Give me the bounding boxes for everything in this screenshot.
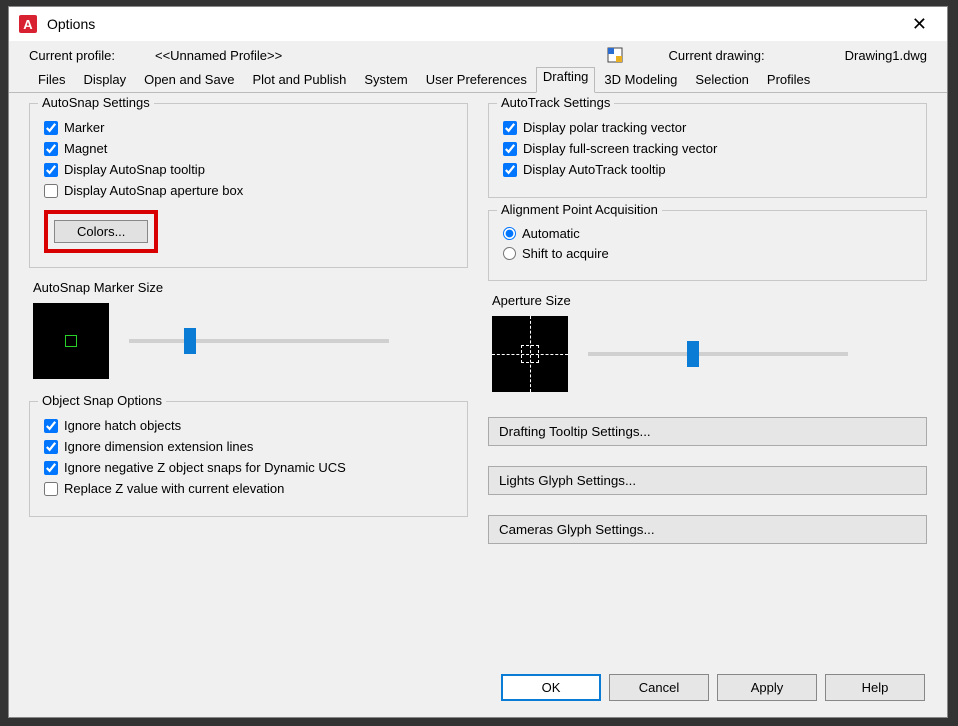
autosnap-title: AutoSnap Settings [38, 95, 154, 110]
magnet-checkbox-input[interactable] [44, 142, 58, 156]
fullscreen-tracking-label: Display full-screen tracking vector [523, 141, 717, 156]
fullscreen-tracking-checkbox[interactable]: Display full-screen tracking vector [503, 141, 912, 156]
autotrack-settings-group: AutoTrack Settings Display polar trackin… [488, 103, 927, 198]
tab-display[interactable]: Display [74, 67, 135, 92]
tab-user-pref[interactable]: User Preferences [417, 67, 536, 92]
magnet-label: Magnet [64, 141, 107, 156]
automatic-radio-input[interactable] [503, 227, 516, 240]
colors-button[interactable]: Colors... [54, 220, 148, 243]
shift-acquire-input[interactable] [503, 247, 516, 260]
autosnap-settings-group: AutoSnap Settings Marker Magnet Display … [29, 103, 468, 268]
marker-preview [33, 303, 109, 379]
align-title: Alignment Point Acquisition [497, 202, 662, 217]
apply-button[interactable]: Apply [717, 674, 817, 701]
options-dialog: A Options ✕ Current profile: <<Unnamed P… [8, 6, 948, 718]
titlebar: A Options ✕ [9, 7, 947, 41]
polar-tracking-label: Display polar tracking vector [523, 120, 686, 135]
autotrack-title: AutoTrack Settings [497, 95, 614, 110]
window-title: Options [47, 16, 95, 32]
current-drawing-value: Drawing1.dwg [845, 48, 927, 63]
replace-z-label: Replace Z value with current elevation [64, 481, 284, 496]
ignore-negz-label: Ignore negative Z object snaps for Dynam… [64, 460, 346, 475]
tab-3d-modeling[interactable]: 3D Modeling [595, 67, 686, 92]
ignore-dim-input[interactable] [44, 440, 58, 454]
aperture-size-title: Aperture Size [492, 293, 923, 308]
polar-tracking-input[interactable] [503, 121, 517, 135]
automatic-label: Automatic [522, 226, 580, 241]
ok-button[interactable]: OK [501, 674, 601, 701]
current-profile-value: <<Unnamed Profile>> [155, 48, 282, 63]
app-logo-icon: A [19, 15, 37, 33]
ignore-hatch-label: Ignore hatch objects [64, 418, 181, 433]
aperture-preview [492, 316, 568, 392]
footer: OK Cancel Apply Help [9, 664, 947, 717]
autosnap-tooltip-checkbox[interactable]: Display AutoSnap tooltip [44, 162, 453, 177]
aperture-box-input[interactable] [44, 184, 58, 198]
fullscreen-tracking-input[interactable] [503, 142, 517, 156]
tabs: Files Display Open and Save Plot and Pub… [9, 67, 947, 93]
close-button[interactable]: ✕ [902, 10, 937, 39]
current-drawing-label: Current drawing: [669, 48, 765, 63]
shift-acquire-label: Shift to acquire [522, 246, 609, 261]
ignore-dim-checkbox[interactable]: Ignore dimension extension lines [44, 439, 453, 454]
aperture-box-label: Display AutoSnap aperture box [64, 183, 243, 198]
osnap-title: Object Snap Options [38, 393, 166, 408]
drafting-tooltip-settings-button[interactable]: Drafting Tooltip Settings... [488, 417, 927, 446]
replace-z-input[interactable] [44, 482, 58, 496]
ignore-negz-input[interactable] [44, 461, 58, 475]
cancel-button[interactable]: Cancel [609, 674, 709, 701]
marker-checkbox-input[interactable] [44, 121, 58, 135]
tab-plot[interactable]: Plot and Publish [243, 67, 355, 92]
current-profile-label: Current profile: [29, 48, 115, 63]
object-snap-options-group: Object Snap Options Ignore hatch objects… [29, 401, 468, 517]
shift-acquire-radio[interactable]: Shift to acquire [503, 246, 912, 261]
colors-highlight: Colors... [44, 210, 158, 253]
tab-selection[interactable]: Selection [686, 67, 757, 92]
aperture-box-checkbox[interactable]: Display AutoSnap aperture box [44, 183, 453, 198]
tab-drafting[interactable]: Drafting [536, 67, 596, 93]
marker-size-slider[interactable] [129, 339, 389, 343]
ignore-negz-checkbox[interactable]: Ignore negative Z object snaps for Dynam… [44, 460, 453, 475]
marker-size-title: AutoSnap Marker Size [33, 280, 464, 295]
lights-glyph-settings-button[interactable]: Lights Glyph Settings... [488, 466, 927, 495]
tab-files[interactable]: Files [29, 67, 74, 92]
polar-tracking-checkbox[interactable]: Display polar tracking vector [503, 120, 912, 135]
ignore-hatch-input[interactable] [44, 419, 58, 433]
cameras-glyph-settings-button[interactable]: Cameras Glyph Settings... [488, 515, 927, 544]
help-button[interactable]: Help [825, 674, 925, 701]
alignment-point-group: Alignment Point Acquisition Automatic Sh… [488, 210, 927, 281]
autosnap-tooltip-label: Display AutoSnap tooltip [64, 162, 205, 177]
drawing-icon [607, 47, 623, 63]
magnet-checkbox[interactable]: Magnet [44, 141, 453, 156]
ignore-hatch-checkbox[interactable]: Ignore hatch objects [44, 418, 453, 433]
tab-system[interactable]: System [355, 67, 416, 92]
ignore-dim-label: Ignore dimension extension lines [64, 439, 253, 454]
autotrack-tooltip-input[interactable] [503, 163, 517, 177]
autotrack-tooltip-checkbox[interactable]: Display AutoTrack tooltip [503, 162, 912, 177]
autotrack-tooltip-label: Display AutoTrack tooltip [523, 162, 666, 177]
tab-open-save[interactable]: Open and Save [135, 67, 243, 92]
marker-checkbox[interactable]: Marker [44, 120, 453, 135]
tab-profiles[interactable]: Profiles [758, 67, 819, 92]
marker-label: Marker [64, 120, 104, 135]
autosnap-tooltip-input[interactable] [44, 163, 58, 177]
profile-row: Current profile: <<Unnamed Profile>> Cur… [9, 41, 947, 67]
automatic-radio[interactable]: Automatic [503, 226, 912, 241]
aperture-size-slider[interactable] [588, 352, 848, 356]
replace-z-checkbox[interactable]: Replace Z value with current elevation [44, 481, 453, 496]
